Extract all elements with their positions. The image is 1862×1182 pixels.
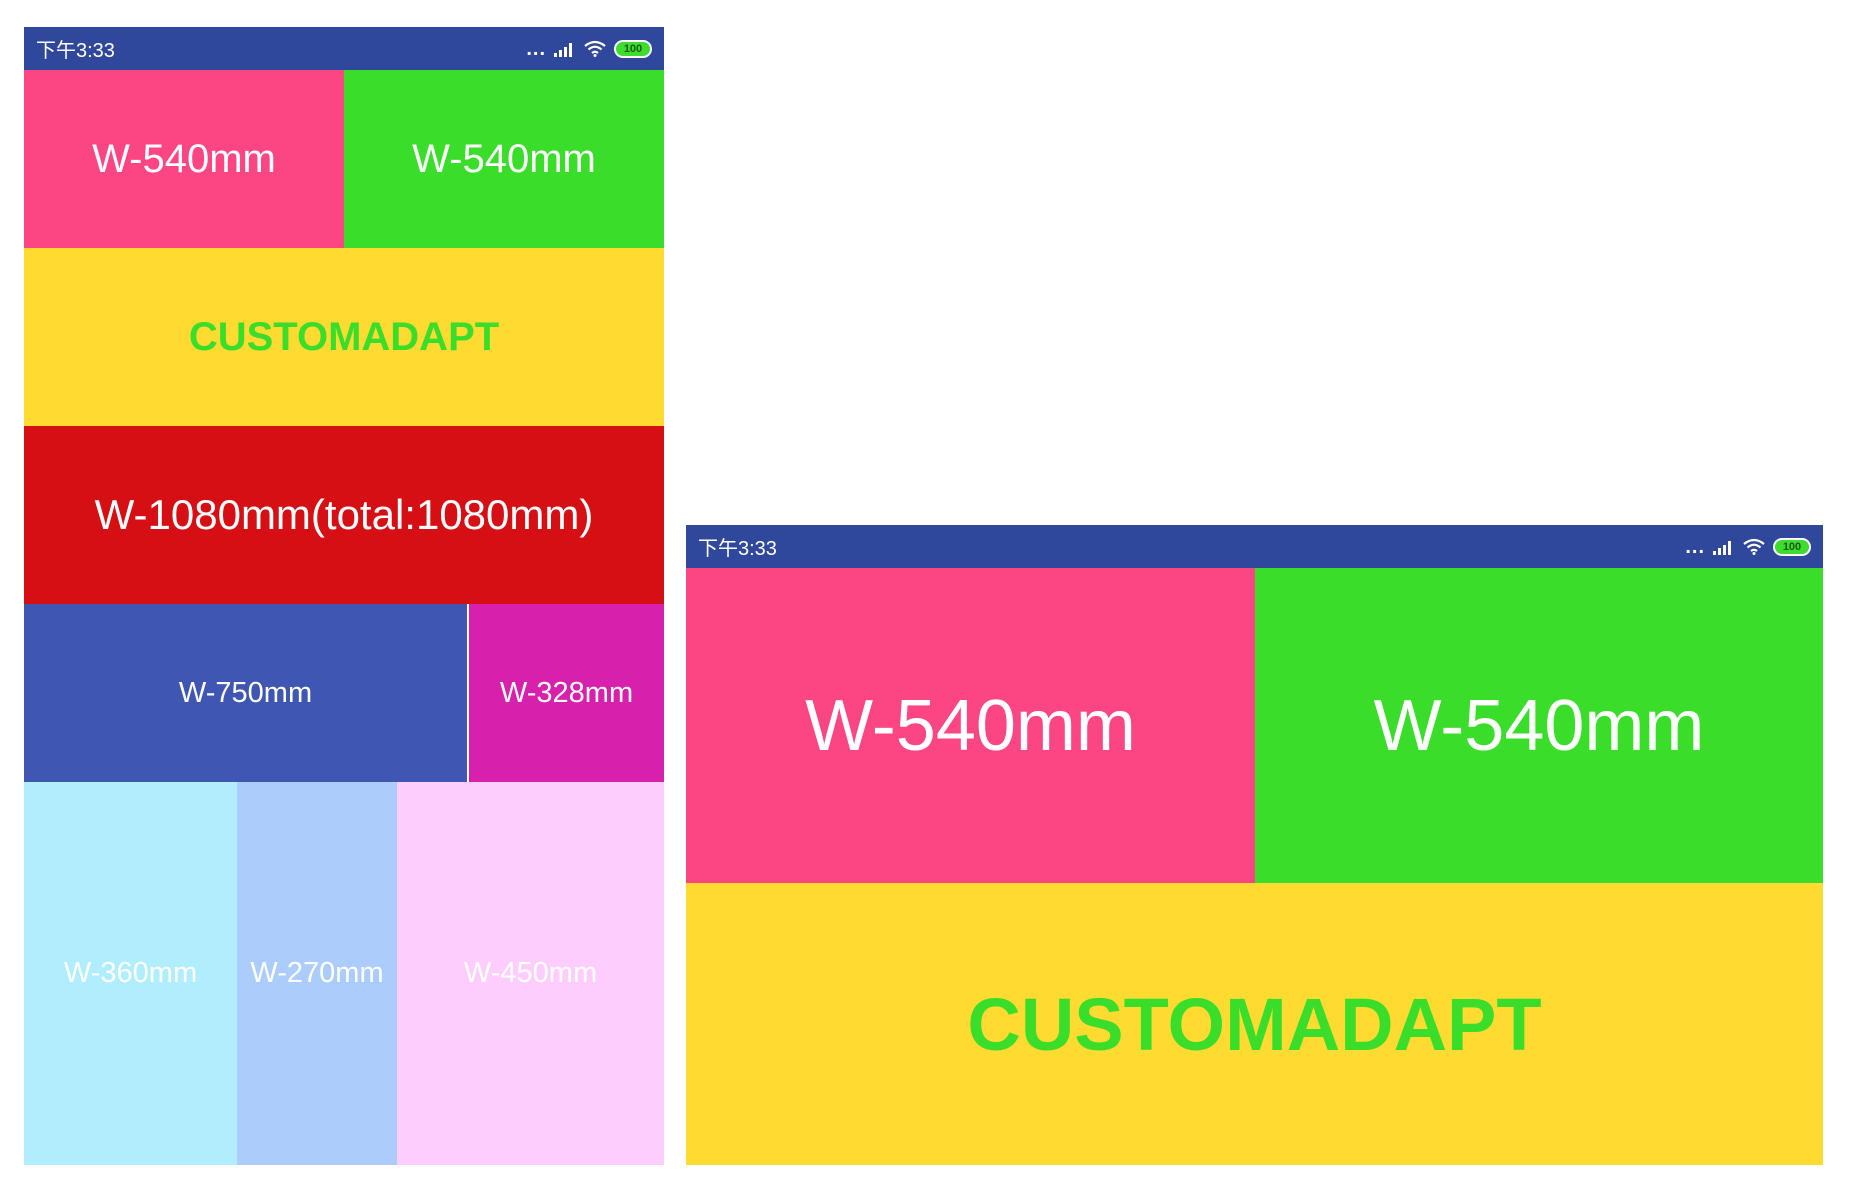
light-blue-block: W-270mm xyxy=(237,782,397,1165)
customadapt-block: CUSTOMADAPT xyxy=(24,248,664,426)
status-time: 下午3:33 xyxy=(698,538,777,560)
battery-icon: 100 xyxy=(614,39,652,58)
red-block: W-1080mm(total:1080mm) xyxy=(24,426,664,604)
status-icons: ... 100 xyxy=(1685,537,1811,557)
pink-block: W-540mm xyxy=(686,568,1255,883)
magenta-block: W-328mm xyxy=(469,604,664,782)
wifi-icon xyxy=(584,40,606,57)
green-block: W-540mm xyxy=(344,70,664,248)
green-block: W-540mm xyxy=(1255,568,1823,883)
more-dots-icon: ... xyxy=(1685,535,1705,558)
signal-icon xyxy=(554,42,572,57)
customadapt-block: CUSTOMADAPT xyxy=(686,883,1823,1165)
blue-block: W-750mm xyxy=(24,604,469,782)
landscape-screen: 下午3:33 ... 100 W-540mm W-540mm CUSTOMADA… xyxy=(686,525,1823,1165)
status-time: 下午3:33 xyxy=(36,40,115,62)
wifi-icon xyxy=(1743,538,1765,555)
status-bar: 下午3:33 ... 100 xyxy=(24,27,664,70)
portrait-screen: 下午3:33 ... 100 W-540mm W-540mm CUSTOMADA… xyxy=(24,27,664,1165)
more-dots-icon: ... xyxy=(526,37,546,60)
status-icons: ... 100 xyxy=(526,39,652,59)
light-pink-block: W-450mm xyxy=(397,782,664,1165)
battery-icon: 100 xyxy=(1773,537,1811,556)
signal-icon xyxy=(1713,540,1731,555)
pink-block: W-540mm xyxy=(24,70,344,248)
cyan-block: W-360mm xyxy=(24,782,237,1165)
status-bar: 下午3:33 ... 100 xyxy=(686,525,1823,568)
